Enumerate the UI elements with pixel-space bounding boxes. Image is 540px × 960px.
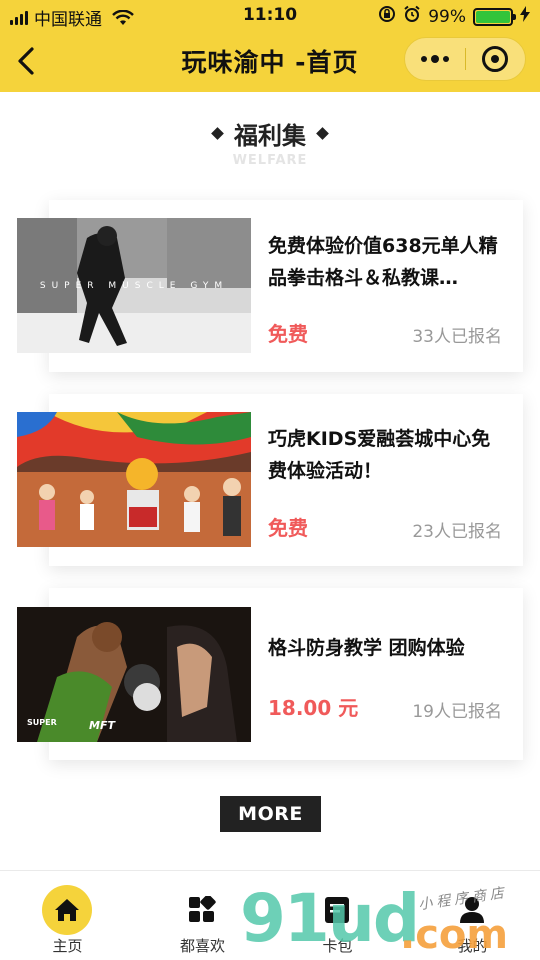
tab-label: 主页 [52,937,83,955]
header: 中国联通 11:10 99% 玩味渝中 -首页 [0,0,540,92]
charging-icon [520,6,530,27]
diamond-icon [211,127,224,140]
card-title[interactable]: 免费体验价值638元单人精品拳击格斗＆私教课… [268,230,504,294]
card-signup-count: 33人已报名 [412,327,502,347]
svg-text:MFT: MFT [89,719,116,732]
tab-label: 卡包 [322,937,353,955]
section-title: 福利集 [234,122,306,150]
tab-home[interactable]: 主页 [0,871,135,960]
mini-program-capsule [404,37,526,81]
card-image-kids[interactable] [17,412,251,547]
tab-favorites[interactable]: 都喜欢 [135,871,270,960]
home-icon [42,885,92,935]
diamond-icon [316,127,329,140]
card-title[interactable]: 格斗防身教学 团购体验 [268,632,504,664]
tab-cards[interactable]: 卡包 [270,871,405,960]
close-mini-program-button[interactable] [465,37,525,81]
user-icon [447,885,497,935]
apps-icon [177,885,227,935]
card-image-boxing[interactable]: SUPER MUSCLE GYM [17,218,251,353]
card-icon [312,885,362,935]
more-button[interactable]: MORE [220,796,321,832]
nav-bar: 玩味渝中 -首页 [0,32,540,92]
section-header: 福利集 WELFARE [0,116,540,168]
tab-label: 都喜欢 [179,937,225,955]
card-image-fighting[interactable]: SUPER MFT [17,607,251,742]
card-signup-count: 19人已报名 [412,702,502,722]
battery-icon [473,7,516,26]
tab-label: 我的 [457,937,488,955]
lock-rotation-icon [378,5,396,28]
card-signup-count: 23人已报名 [412,522,502,542]
card-title[interactable]: 巧虎KIDS爱融荟城中心免费体验活动！ [268,423,504,487]
more-options-button[interactable] [405,37,465,81]
card-price: 免费 [268,516,308,540]
tab-profile[interactable]: 我的 [405,871,540,960]
svg-text:SUPER MUSCLE GYM: SUPER MUSCLE GYM [40,281,228,291]
section-subtitle: WELFARE [232,153,308,168]
tab-bar: 主页 都喜欢 卡包 我的 [0,870,540,960]
svg-text:SUPER: SUPER [27,718,57,727]
alarm-icon [403,5,421,28]
card-price: 18.00 元 [268,696,359,720]
battery-percent: 99% [428,6,466,27]
status-bar: 中国联通 11:10 99% [0,0,540,32]
card-price: 免费 [268,322,308,346]
target-icon [482,46,509,72]
